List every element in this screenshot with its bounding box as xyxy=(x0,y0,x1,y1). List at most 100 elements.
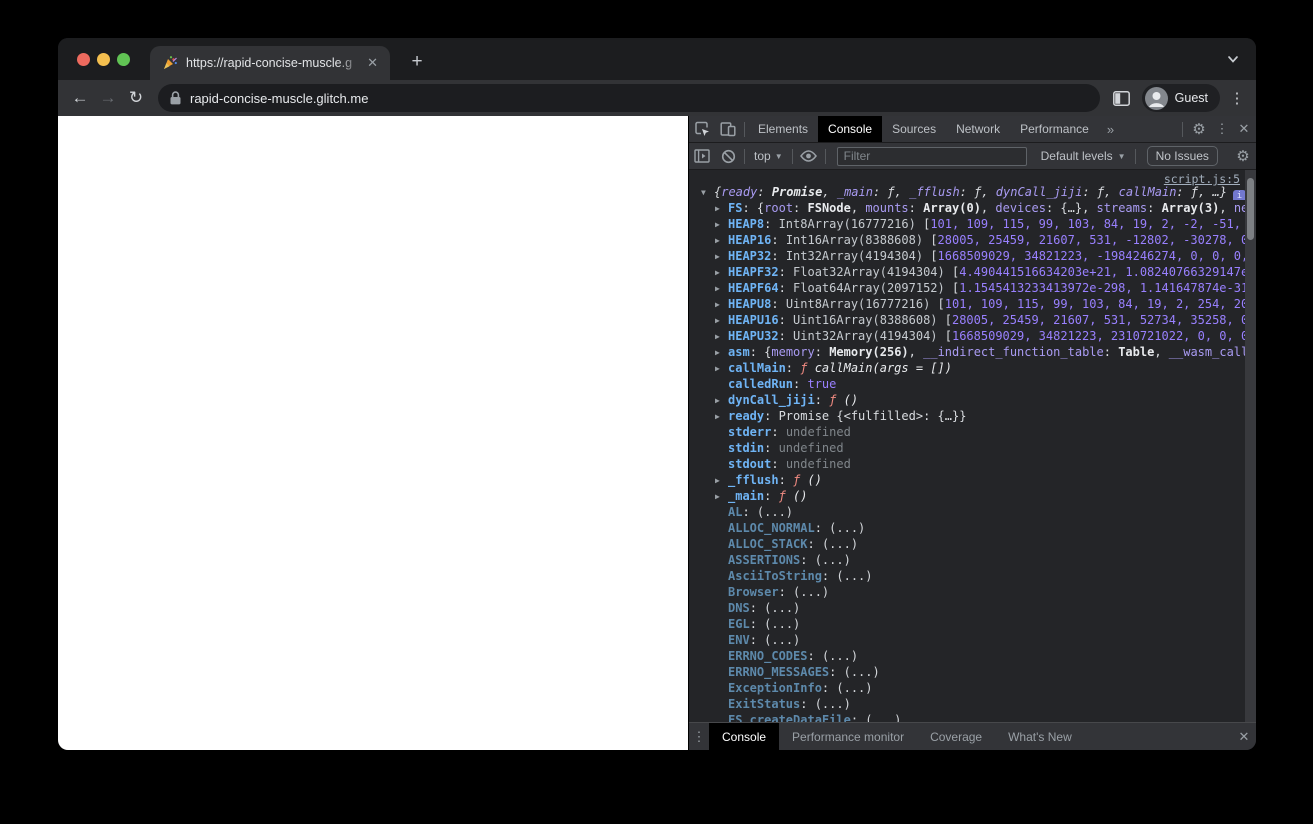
tab-console[interactable]: Console xyxy=(818,116,883,142)
console-row[interactable]: ASSERTIONS: (...) xyxy=(689,552,1256,568)
console-row[interactable]: AsciiToString: (...) xyxy=(689,568,1256,584)
disclosure-triangle-icon[interactable]: ▶ xyxy=(715,393,728,408)
disclosure-triangle-icon[interactable]: ▶ xyxy=(715,233,728,248)
address-bar[interactable]: rapid-concise-muscle.glitch.me xyxy=(158,84,1100,112)
clear-console-icon[interactable] xyxy=(715,143,741,169)
scrollbar-thumb[interactable] xyxy=(1247,178,1254,240)
disclosure-triangle-icon[interactable]: ▶ xyxy=(715,217,728,232)
console-row[interactable]: ▶ HEAPF64: Float64Array(2097152) [1.15454… xyxy=(689,280,1256,296)
disclosure-triangle-icon[interactable]: ▶ xyxy=(715,201,728,216)
chevron-down-icon[interactable] xyxy=(1226,52,1240,66)
tab-elements[interactable]: Elements xyxy=(748,116,818,142)
console-text-segment: ASSERTIONS xyxy=(728,553,801,567)
filter-input[interactable] xyxy=(836,146,1027,166)
new-tab-button[interactable]: + xyxy=(404,49,430,75)
console-text-segment: callMain(args = []) xyxy=(814,361,952,375)
console-row[interactable]: ▶ asm: {memory: Memory(256), __indirect_f… xyxy=(689,344,1256,360)
console-row[interactable]: ▶ HEAPF32: Float32Array(4194304) [4.49044… xyxy=(689,264,1256,280)
more-tabs-icon[interactable]: » xyxy=(1099,122,1122,137)
reload-button[interactable]: ↻ xyxy=(122,84,150,112)
console-row[interactable]: calledRun: true xyxy=(689,376,1256,392)
disclosure-triangle-icon[interactable]: ▶ xyxy=(715,329,728,344)
console-row[interactable]: Browser: (...) xyxy=(689,584,1256,600)
console-row[interactable]: DNS: (...) xyxy=(689,600,1256,616)
devtools-menu-icon[interactable]: ⋮ xyxy=(1212,121,1232,137)
tab-strip: https://rapid-concise-muscle.g ✕ + xyxy=(58,38,1256,80)
console-row[interactable]: ▶ HEAP8: Int8Array(16777216) [101, 109, 1… xyxy=(689,216,1256,232)
forward-button[interactable]: → xyxy=(94,84,122,112)
console-text-segment: calledRun xyxy=(728,377,794,391)
devtools-settings-icon[interactable]: ⚙ xyxy=(1186,116,1212,142)
console-row[interactable]: ▶ HEAPU32: Uint32Array(4194304) [16685090… xyxy=(689,328,1256,344)
browser-tab[interactable]: https://rapid-concise-muscle.g ✕ xyxy=(150,46,390,80)
disclosure-triangle-icon[interactable]: ▶ xyxy=(715,345,728,360)
console-text-segment: _fflush xyxy=(909,185,960,199)
devtools-close-icon[interactable]: ✕ xyxy=(1232,121,1256,137)
console-sidebar-icon[interactable] xyxy=(689,143,715,169)
tab-performance[interactable]: Performance xyxy=(1010,116,1099,142)
console-row[interactable]: ALLOC_STACK: (...) xyxy=(689,536,1256,552)
console-row[interactable]: ERRNO_MESSAGES: (...) xyxy=(689,664,1256,680)
tab-sources[interactable]: Sources xyxy=(882,116,946,142)
js-context-selector[interactable]: top ▼ xyxy=(748,149,789,163)
console-row[interactable]: ▶ HEAPU8: Uint8Array(16777216) [101, 109,… xyxy=(689,296,1256,312)
disclosure-triangle-icon[interactable]: ▶ xyxy=(715,409,728,424)
console-row[interactable]: stdin: undefined xyxy=(689,440,1256,456)
console-scrollbar[interactable] xyxy=(1245,170,1256,722)
close-window-button[interactable] xyxy=(77,53,90,66)
drawer-menu-icon[interactable]: ⋮ xyxy=(689,729,709,745)
live-expression-icon[interactable] xyxy=(796,143,822,169)
tab-close-icon[interactable]: ✕ xyxy=(363,55,382,71)
drawer-close-icon[interactable]: ✕ xyxy=(1232,729,1256,745)
disclosure-triangle-icon[interactable]: ▶ xyxy=(715,281,728,296)
console-row[interactable]: ERRNO_CODES: (...) xyxy=(689,648,1256,664)
profile-chip[interactable]: Guest xyxy=(1141,84,1220,112)
console-row[interactable]: ▶ _fflush: ƒ () xyxy=(689,472,1256,488)
disclosure-triangle-icon[interactable]: ▶ xyxy=(715,489,728,504)
side-panel-icon[interactable] xyxy=(1108,84,1136,112)
disclosure-triangle-icon[interactable]: ▶ xyxy=(715,265,728,280)
console-row[interactable]: ▶ HEAP16: Int16Array(8388608) [28005, 254… xyxy=(689,232,1256,248)
minimize-window-button[interactable] xyxy=(97,53,110,66)
drawer-tab-coverage[interactable]: Coverage xyxy=(917,723,995,750)
drawer-tab-console[interactable]: Console xyxy=(709,723,780,750)
console-row[interactable]: stderr: undefined xyxy=(689,424,1256,440)
console-row[interactable]: EGL: (...) xyxy=(689,616,1256,632)
console-settings-icon[interactable]: ⚙ xyxy=(1230,143,1256,169)
console-row[interactable]: ▶ dynCall_jiji: ƒ () xyxy=(689,392,1256,408)
console-row[interactable]: ▼ {ready: Promise, _main: ƒ, _fflush: ƒ, … xyxy=(689,184,1256,200)
fullscreen-window-button[interactable] xyxy=(117,53,130,66)
console-text-segment: : xyxy=(807,649,822,663)
console-row[interactable]: ▶ ready: Promise {<fulfilled>: {…}} xyxy=(689,408,1256,424)
console-row[interactable]: ▶ FS: {root: FSNode, mounts: Array(0), de… xyxy=(689,200,1256,216)
console-row[interactable]: FS_createDataFile: (...) xyxy=(689,712,1256,722)
disclosure-triangle-icon[interactable]: ▶ xyxy=(715,297,728,312)
console-row[interactable]: ENV: (...) xyxy=(689,632,1256,648)
tab-network[interactable]: Network xyxy=(946,116,1010,142)
console-text-segment: ready xyxy=(728,409,765,423)
disclosure-triangle-icon[interactable]: ▶ xyxy=(715,313,728,328)
drawer-tab-performance-monitor[interactable]: Performance monitor xyxy=(779,723,917,750)
browser-menu-icon[interactable]: ⋮ xyxy=(1226,89,1248,107)
issues-button[interactable]: No Issues xyxy=(1146,146,1218,166)
disclosure-triangle-icon[interactable]: ▶ xyxy=(715,249,728,264)
disclosure-triangle-icon[interactable]: ▼ xyxy=(701,185,714,200)
console-row[interactable]: ExceptionInfo: (...) xyxy=(689,680,1256,696)
party-popper-icon xyxy=(162,55,178,71)
console-row[interactable]: ▶ _main: ƒ () xyxy=(689,488,1256,504)
console-row[interactable]: ▶ HEAPU16: Uint16Array(8388608) [28005, 2… xyxy=(689,312,1256,328)
log-levels-dropdown[interactable]: Default levels ▼ xyxy=(1035,149,1132,163)
console-row[interactable]: ALLOC_NORMAL: (...) xyxy=(689,520,1256,536)
device-toolbar-icon[interactable] xyxy=(715,116,741,142)
console-row[interactable]: AL: (...) xyxy=(689,504,1256,520)
console-row[interactable]: ▶ HEAP32: Int32Array(4194304) [1668509029… xyxy=(689,248,1256,264)
back-button[interactable]: ← xyxy=(66,84,94,112)
drawer-tab-whats-new[interactable]: What's New xyxy=(995,723,1085,750)
console-row[interactable]: ▶ callMain: ƒ callMain(args = []) xyxy=(689,360,1256,376)
console-text-segment: () xyxy=(843,393,859,407)
disclosure-triangle-icon[interactable]: ▶ xyxy=(715,473,728,488)
console-row[interactable]: ExitStatus: (...) xyxy=(689,696,1256,712)
inspect-element-icon[interactable] xyxy=(689,116,715,142)
console-row[interactable]: stdout: undefined xyxy=(689,456,1256,472)
disclosure-triangle-icon[interactable]: ▶ xyxy=(715,361,728,376)
